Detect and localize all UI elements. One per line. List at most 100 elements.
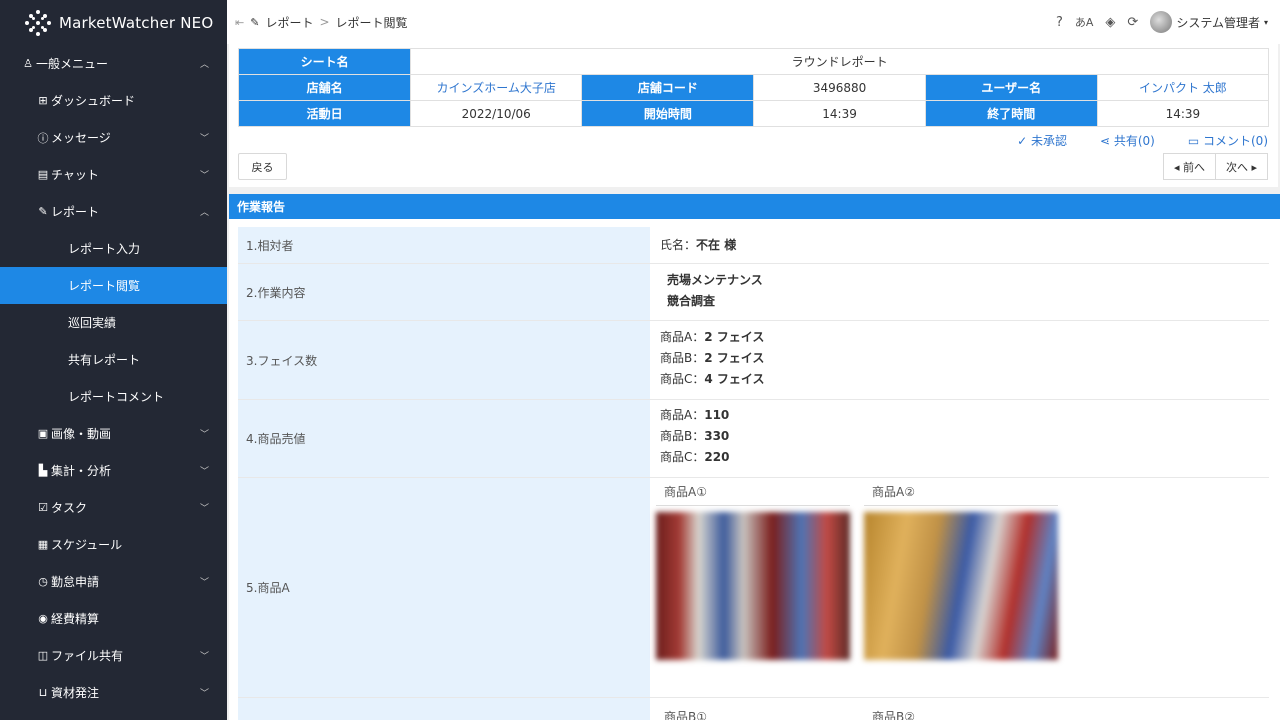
sidebar-item-label: 経費精算: [51, 612, 100, 626]
sidebar-item[interactable]: ⊞ ダッシュボード: [0, 82, 227, 119]
share-icon: ⋖: [1099, 134, 1114, 148]
sidebar-item[interactable]: ▤ チャット ﹀: [0, 156, 227, 193]
sidebar-item-label: 巡回実績: [68, 316, 117, 330]
value-text: 220: [704, 450, 730, 464]
store-link[interactable]: カインズホーム大子店: [410, 74, 583, 101]
sidebar-item[interactable]: 共有レポート: [0, 341, 227, 378]
sidebar-item[interactable]: ◫ ファイル共有 ﹀: [0, 637, 227, 674]
start-time-value: 14:39: [753, 100, 926, 127]
brand[interactable]: MarketWatcher NEO: [0, 0, 227, 45]
chart-icon: ▙: [38, 464, 48, 477]
product-photo[interactable]: [656, 512, 850, 660]
row-label: [238, 698, 650, 720]
sidebar-item-label: レポートコメント: [68, 390, 165, 404]
comment-link[interactable]: ▭ コメント(0): [1188, 132, 1268, 149]
report-row: 商品B① 商品B②: [238, 698, 1269, 720]
sidebar-toggle-icon[interactable]: ⇤: [235, 16, 244, 29]
chevron-down-icon: ﹀: [199, 504, 209, 514]
calendar-icon: ▦: [37, 538, 49, 551]
photo-item: 商品A①: [656, 480, 850, 660]
value-prefix: 商品A：: [660, 408, 705, 422]
share-link[interactable]: ⋖ 共有(0): [1100, 132, 1155, 149]
value-text: 110: [704, 408, 730, 422]
sidebar-item[interactable]: ✎ レポート ︿: [0, 193, 227, 230]
photo-grid: 商品B① 商品B②: [656, 704, 1269, 720]
chat-icon: ▤: [37, 168, 49, 181]
sidebar-item[interactable]: ☑ タスク ﹀: [0, 489, 227, 526]
row-value: 商品A① 商品A②: [650, 478, 1269, 697]
avatar: [1150, 11, 1173, 33]
comment-icon: ▭: [1187, 134, 1203, 148]
date-label: 活動日: [237, 100, 412, 127]
store-code-label: 店舗コード: [581, 74, 755, 101]
report-info-table: シート名 ラウンドレポート 店舗名 カインズホーム大子店 店舗コード 34968…: [237, 48, 1270, 127]
product-photo[interactable]: [864, 512, 1058, 660]
sidebar-item[interactable]: ⓘ メッセージ ﹀: [0, 119, 227, 156]
sidebar-item-label: 共有レポート: [68, 353, 141, 367]
main-content: シート名 ラウンドレポート 店舗名 カインズホーム大子店 店舗コード 34968…: [227, 44, 1280, 720]
info-icon: ⓘ: [37, 131, 49, 145]
app-name: MarketWatcher NEO: [59, 13, 214, 32]
value-text: 不在 様: [696, 237, 737, 252]
prev-button[interactable]: ◂ 前へ: [1162, 153, 1216, 180]
sidebar-item[interactable]: ♙ 一般メニュー ︿: [0, 45, 227, 82]
photo-item: 商品B①: [656, 704, 850, 720]
sidebar-item[interactable]: レポート入力: [0, 230, 227, 267]
share-label: 共有(0): [1113, 134, 1155, 148]
photo-grid: 商品A① 商品A②: [656, 480, 1269, 660]
sidebar-item[interactable]: ◉ 経費精算: [0, 600, 227, 637]
photo-caption: 商品A②: [864, 480, 1058, 506]
sidebar-item[interactable]: ⊔ 資材発注 ﹀: [0, 674, 227, 711]
tag-icon[interactable]: ◈: [1105, 15, 1115, 30]
photo-caption: 商品A①: [656, 480, 850, 506]
back-button[interactable]: 戻る: [238, 153, 287, 180]
photo-item: 商品B②: [864, 704, 1058, 720]
sidebar-item-label: レポート閲覧: [68, 279, 141, 293]
sidebar-item-label: 勤怠申請: [51, 575, 100, 589]
user-name: システム管理者: [1176, 15, 1260, 30]
user-menu[interactable]: システム管理者 ▾: [1150, 11, 1268, 33]
approve-status-link[interactable]: ✓ 未承認: [1017, 132, 1067, 149]
people-icon: ♙: [23, 57, 33, 70]
user-link[interactable]: インパクト 太郎: [1096, 74, 1270, 101]
clock-icon: ◷: [38, 575, 48, 588]
topbar: ⇤ ✎ レポート > レポート閲覧 ? あA ◈ ⟳ システム管理者 ▾: [227, 0, 1280, 44]
sidebar-menu: ♙ 一般メニュー ︿ ⊞ ダッシュボード ⓘ メッセージ ﹀ ▤ チャット ﹀ ✎ レポート ︿ レポート入…: [0, 45, 227, 711]
sidebar-item[interactable]: ▣ 画像・動画 ﹀: [0, 415, 227, 452]
chevron-up-icon: ︿: [199, 60, 209, 70]
next-button[interactable]: 次へ ▸: [1215, 153, 1268, 180]
chevron-down-icon: ﹀: [199, 171, 209, 181]
pager: ◂ 前へ 次へ ▸: [1162, 153, 1268, 180]
sidebar: MarketWatcher NEO ♙ 一般メニュー ︿ ⊞ ダッシュボード ⓘ メッセージ…: [0, 0, 227, 720]
pencil-icon: ✎: [38, 205, 48, 218]
end-time-value: 14:39: [1096, 100, 1270, 127]
breadcrumb-section[interactable]: レポート: [265, 14, 313, 31]
topbar-actions: ? あA ◈ ⟳ システム管理者 ▾: [1056, 0, 1268, 44]
sidebar-item[interactable]: 巡回実績: [0, 304, 227, 341]
sidebar-item-label: 資材発注: [51, 686, 100, 700]
sidebar-item[interactable]: レポート閲覧: [0, 267, 227, 304]
help-icon[interactable]: ?: [1056, 15, 1063, 30]
refresh-icon[interactable]: ⟳: [1127, 15, 1138, 30]
date-value: 2022/10/06: [410, 100, 583, 127]
value-text: 売場メンテナンス: [667, 273, 763, 287]
report-row: 5.商品A 商品A① 商品A②: [238, 478, 1269, 698]
report-row: 3.フェイス数 商品A：2 フェイス 商品B：2 フェイス 商品C：4 フェイス: [238, 321, 1269, 400]
chevron-down-icon: ﹀: [199, 430, 209, 440]
report-header-panel: シート名 ラウンドレポート 店舗名 カインズホーム大子店 店舗コード 34968…: [229, 44, 1278, 187]
sidebar-item[interactable]: ▙ 集計・分析 ﹀: [0, 452, 227, 489]
store-code-value: 3496880: [753, 74, 926, 101]
row-value: 商品A：2 フェイス 商品B：2 フェイス 商品C：4 フェイス: [650, 321, 1269, 399]
report-row: 1.相対者 氏名： 不在 様: [238, 227, 1269, 264]
sidebar-item[interactable]: ▦ スケジュール: [0, 526, 227, 563]
value-prefix: 商品A：: [660, 330, 705, 344]
report-actions: ✓ 未承認 ⋖ 共有(0) ▭ コメント(0): [1017, 132, 1268, 149]
sidebar-item[interactable]: ◷ 勤怠申請 ﹀: [0, 563, 227, 600]
chevron-down-icon: ﹀: [199, 134, 209, 144]
user-label: ユーザー名: [924, 74, 1098, 101]
chevron-down-icon: ﹀: [199, 467, 209, 477]
sidebar-item-label: ファイル共有: [51, 649, 124, 663]
translate-icon[interactable]: あA: [1075, 14, 1094, 30]
cart-icon: ⊔: [38, 686, 48, 699]
sidebar-item[interactable]: レポートコメント: [0, 378, 227, 415]
